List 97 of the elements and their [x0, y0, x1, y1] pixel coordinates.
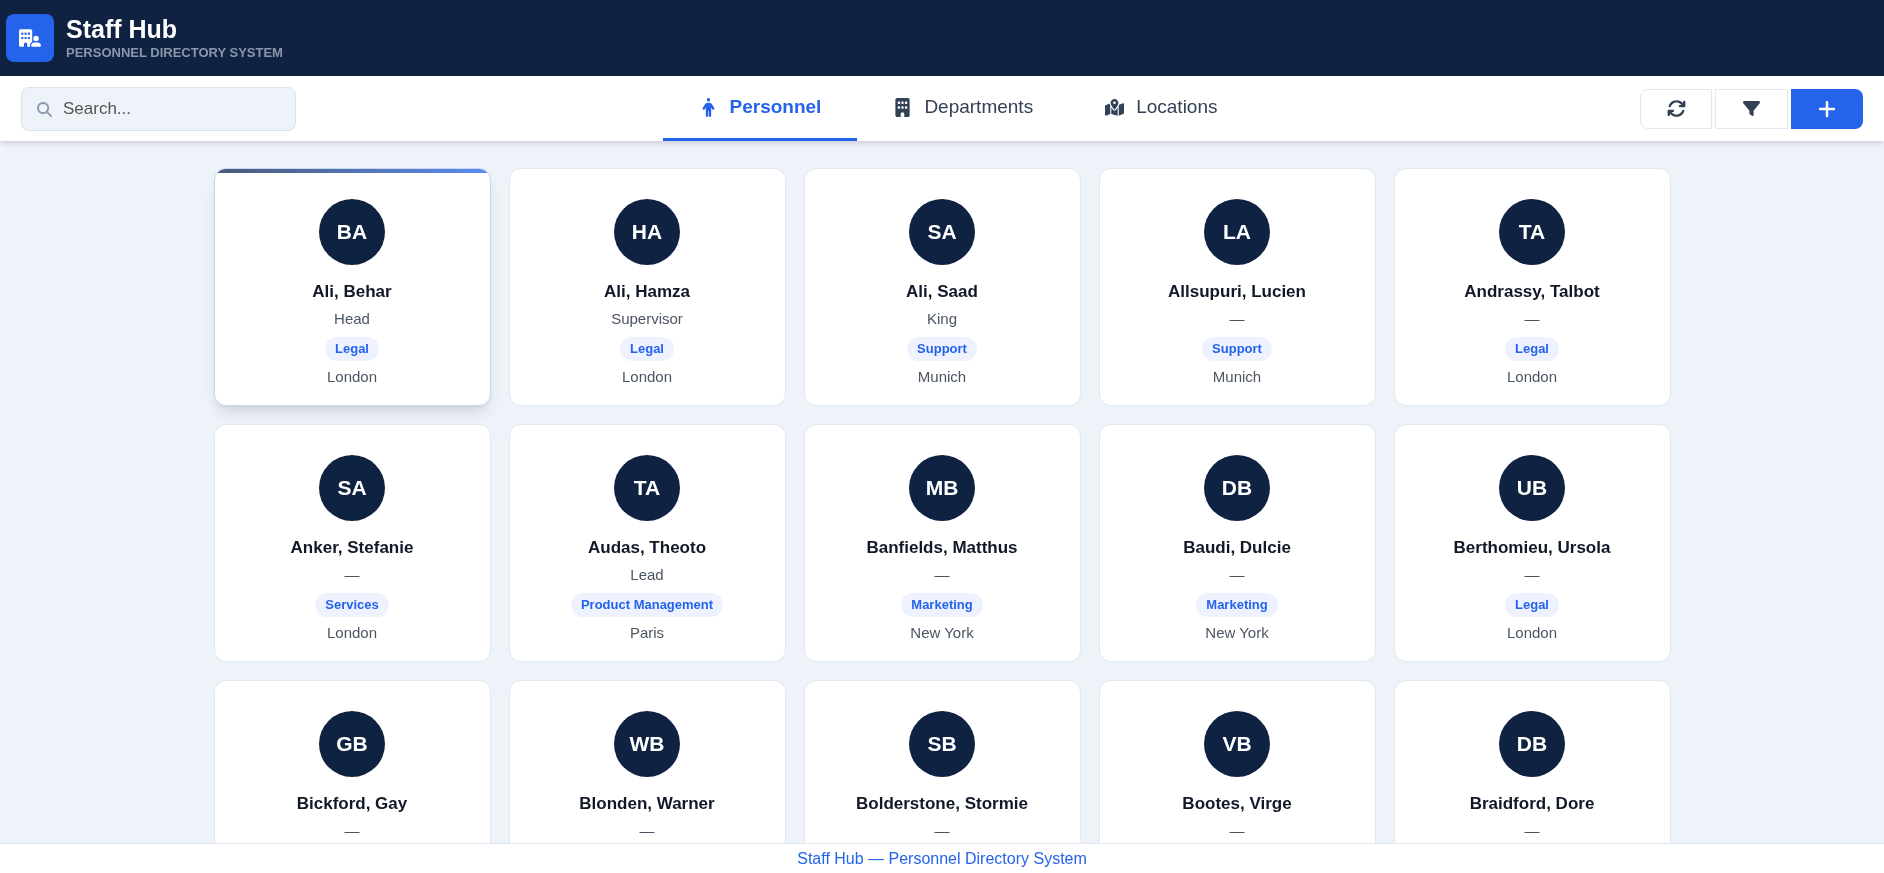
person-name: Berthomieu, Ursola [1453, 537, 1611, 559]
logo-icon [6, 14, 54, 62]
person-role: — [1524, 309, 1540, 329]
avatar: TA [614, 455, 680, 521]
avatar: GB [319, 711, 385, 777]
avatar: DB [1204, 455, 1270, 521]
person-name: Allsupuri, Lucien [1168, 281, 1306, 303]
person-card[interactable]: SA Anker, Stefanie — Services London [213, 424, 491, 662]
department-tag: Marketing [1196, 593, 1278, 617]
add-button[interactable] [1791, 88, 1863, 129]
person-card[interactable]: MB Banfields, Matthus — Marketing New York [803, 424, 1081, 662]
person-name: Bolderstone, Stormie [856, 793, 1028, 815]
department-tag: Legal [1505, 593, 1559, 617]
person-role: — [1229, 309, 1245, 329]
person-location: New York [910, 623, 974, 643]
person-role: Lead [630, 565, 664, 585]
person-role: — [1524, 565, 1540, 585]
person-card[interactable]: GB Bickford, Gay — [213, 680, 491, 843]
department-tag: Legal [1505, 337, 1559, 361]
person-name: Banfields, Matthus [866, 537, 1018, 559]
filter-button[interactable] [1715, 88, 1788, 129]
nav-tab[interactable]: Personnel [662, 76, 858, 141]
avatar: VB [1204, 711, 1270, 777]
person-card[interactable]: BA Ali, Behar Head Legal London [213, 168, 491, 406]
person-name: Anker, Stefanie [290, 537, 414, 559]
person-card[interactable]: DB Braidford, Dore — [1393, 680, 1671, 843]
person-role: — [934, 821, 950, 841]
person-role: — [639, 821, 655, 841]
person-card[interactable]: LA Allsupuri, Lucien — Support Munich [1098, 168, 1376, 406]
person-card[interactable]: VB Bootes, Virge — [1098, 680, 1376, 843]
person-location: Paris [629, 623, 665, 643]
person-location: London [1506, 367, 1558, 387]
person-card[interactable]: SB Bolderstone, Stormie — [803, 680, 1081, 843]
department-tag: Legal [325, 337, 379, 361]
department-tag: Support [1202, 337, 1272, 361]
nav-tab[interactable]: Locations [1069, 76, 1254, 141]
avatar: SB [909, 711, 975, 777]
person-card[interactable]: DB Baudi, Dulcie — Marketing New York [1098, 424, 1376, 662]
app-title: Staff Hub [66, 14, 179, 44]
department-tag: Legal [620, 337, 674, 361]
person-role: Head [334, 309, 370, 329]
avatar: DB [1499, 711, 1565, 777]
nav-tab[interactable]: Departments [857, 76, 1070, 141]
person-location: London [1506, 623, 1558, 643]
avatar: MB [909, 455, 975, 521]
person-role: — [1524, 821, 1540, 841]
avatar: LA [1204, 199, 1270, 265]
plus-icon [1817, 98, 1837, 119]
footer-text: Staff Hub — Personnel Directory System [0, 843, 1884, 873]
person-name: Ali, Saad [906, 281, 978, 303]
person-location: London [326, 367, 378, 387]
person-name: Blonden, Warner [579, 793, 715, 815]
filter-icon [1743, 100, 1760, 117]
person-role: — [1229, 565, 1245, 585]
person-location: Munich [1212, 367, 1262, 387]
person-name: Ali, Hamza [604, 281, 690, 303]
department-tag: Services [315, 593, 389, 617]
app-subtitle: PERSONNEL DIRECTORY SYSTEM [66, 44, 283, 62]
avatar: SA [909, 199, 975, 265]
person-card[interactable]: HA Ali, Hamza Supervisor Legal London [508, 168, 786, 406]
person-card[interactable]: TA Andrassy, Talbot — Legal London [1393, 168, 1671, 406]
person-name: Baudi, Dulcie [1183, 537, 1291, 559]
department-tag: Marketing [901, 593, 983, 617]
person-name: Braidford, Dore [1469, 793, 1595, 815]
map-pin-icon [1105, 97, 1125, 117]
person-role: King [927, 309, 957, 329]
avatar: SA [319, 455, 385, 521]
person-name: Andrassy, Talbot [1464, 281, 1600, 303]
person-role: — [344, 821, 360, 841]
avatar: WB [614, 711, 680, 777]
person-location: Munich [917, 367, 967, 387]
person-role: — [934, 565, 950, 585]
avatar: BA [319, 199, 385, 265]
building-icon [893, 97, 913, 117]
person-role: — [344, 565, 360, 585]
search-field[interactable]: Search... [21, 86, 296, 131]
person-role: — [1229, 821, 1245, 841]
avatar: TA [1499, 199, 1565, 265]
department-tag: Product Management [570, 593, 724, 617]
person-name: Ali, Behar [312, 281, 392, 303]
person-card[interactable]: UB Berthomieu, Ursola — Legal London [1393, 424, 1671, 662]
search-icon [37, 101, 52, 117]
person-role: Supervisor [611, 309, 683, 329]
avatar: UB [1499, 455, 1565, 521]
person-name: Audas, Theoto [587, 537, 707, 559]
person-name: Bickford, Gay [296, 793, 408, 815]
department-tag: Support [907, 337, 977, 361]
refresh-icon [1666, 99, 1686, 118]
avatar: HA [614, 199, 680, 265]
person-name: Bootes, Virge [1182, 793, 1292, 815]
refresh-button[interactable] [1640, 88, 1712, 129]
person-location: London [621, 367, 673, 387]
person-card[interactable]: SA Ali, Saad King Support Munich [803, 168, 1081, 406]
person-card[interactable]: WB Blonden, Warner — [508, 680, 786, 843]
person-location: London [326, 623, 378, 643]
person-card[interactable]: TA Audas, Theoto Lead Product Management Paris [508, 424, 786, 662]
person-location: New York [1205, 623, 1269, 643]
